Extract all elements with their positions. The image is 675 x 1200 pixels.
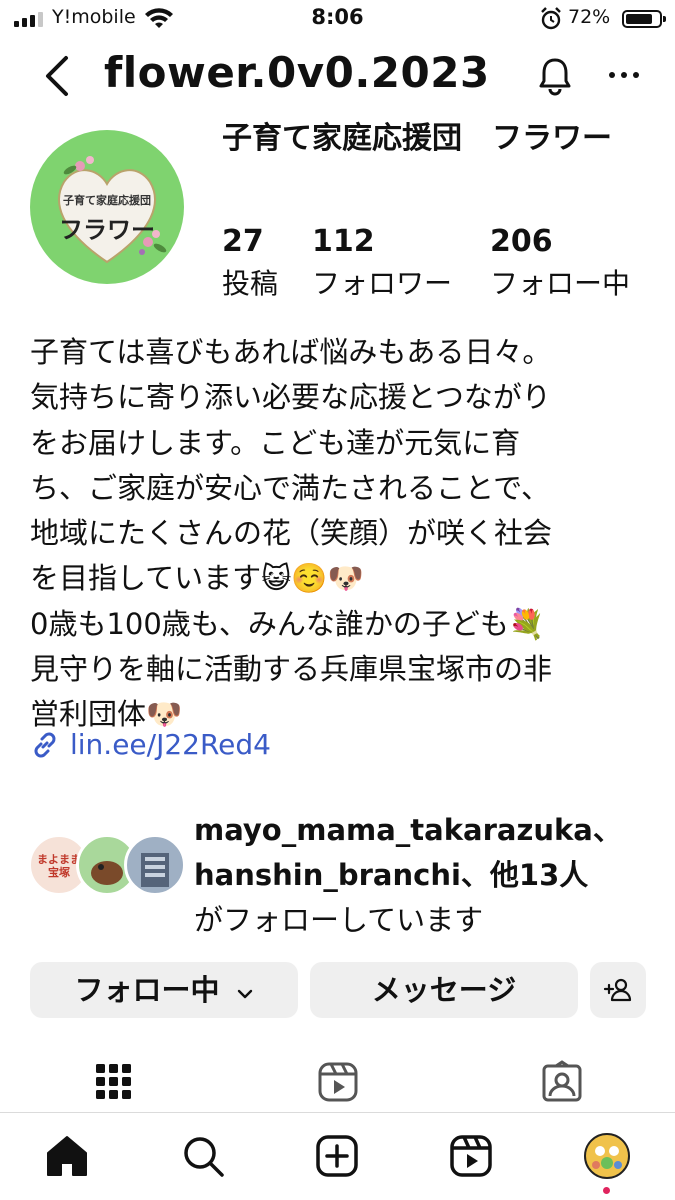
message-label: メッセージ [371,973,517,1007]
avatar-brand: フラワー [59,216,155,244]
profile-bio: 子育ては喜びもあれば悩みもある日々。 気持ちに寄り添い必要な応援とつながり をお… [30,335,553,732]
stat-value: 112 [312,224,375,259]
stat-label: 投稿 [222,267,279,300]
plus-square-icon[interactable] [314,1133,360,1179]
link-text[interactable]: lin.ee/J22Red4 [70,728,271,761]
chevron-left-icon[interactable] [38,52,78,100]
stat-following[interactable]: 206 フォロー中 [490,224,630,306]
profile-avatar[interactable]: 子育て家庭応援団 フラワー [30,130,184,284]
bell-icon[interactable] [538,56,572,96]
message-button[interactable]: メッセージ [310,962,578,1018]
chevron-down-icon [237,989,252,999]
reels-icon[interactable] [316,1060,360,1104]
battery-percent: 72% [568,6,611,28]
bottom-nav [0,1113,675,1200]
add-person-button[interactable] [590,962,646,1018]
status-bar: Y!mobile 8:06 72% [0,0,675,40]
tagged-icon[interactable] [540,1060,584,1104]
grid-icon[interactable] [92,1060,136,1104]
profile-header: flower.0v0.2023 [0,40,675,115]
mutual-followers-text[interactable]: mayo_mama_takarazuka、hanshin_branchi、他13… [194,808,654,943]
home-icon[interactable] [44,1133,90,1179]
reels-icon[interactable] [448,1133,494,1179]
link-icon [34,732,56,757]
alarm-icon [541,7,561,30]
stat-posts[interactable]: 27 投稿 [222,224,278,306]
display-name: 子育て家庭応援団 フラワー [222,121,612,156]
username: flower.0v0.2023 [104,48,490,97]
avatar-org-name: 子育て家庭応援団 [63,194,151,207]
mutual-followers-avatars[interactable]: まよまま 宝塚 [28,830,188,900]
stat-label: フォロー中 [490,267,631,300]
mutual-followers-suffix: がフォローしています [194,903,484,937]
profile-tabs [0,1044,675,1114]
stat-followers[interactable]: 112 フォロワー [312,224,452,306]
stat-value: 27 [222,224,264,259]
search-icon[interactable] [180,1133,226,1179]
mutual-followers-names: mayo_mama_takarazuka、hanshin_branchi、他13… [194,813,622,892]
profile-link[interactable]: lin.ee/J22Red4 [30,728,271,761]
ellipsis-icon[interactable] [606,60,642,90]
avatar [124,834,186,896]
following-label: フォロー中 [74,973,220,1007]
following-button[interactable]: フォロー中 [30,962,298,1018]
stat-value: 206 [490,224,553,259]
stat-label: フォロワー [312,267,453,300]
profile-avatar-nav[interactable] [584,1133,630,1179]
battery-icon [622,10,666,28]
notification-dot [603,1187,610,1194]
add-person-icon [603,978,632,1002]
